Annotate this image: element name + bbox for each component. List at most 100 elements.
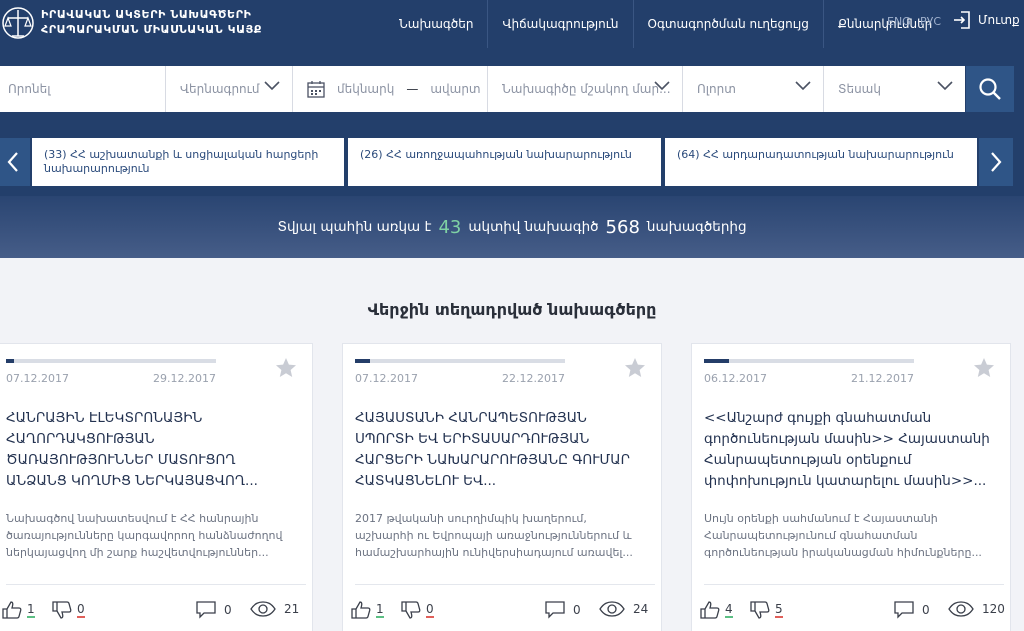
card-description: 2017 թվականի սուրղիմպիկ խաղերում, աշխարհ… <box>355 512 633 559</box>
like-button[interactable]: 1 <box>2 601 35 619</box>
draft-card[interactable]: 07.12.2017 22.12.2017 ՀԱՅԱՍՏԱՆԻ ՀԱՆՐԱՊԵՏ… <box>342 343 662 631</box>
thumb-up-icon <box>700 601 720 619</box>
total-count: 568 <box>605 216 640 238</box>
title-select-value: Վերնագրում <box>180 82 260 96</box>
comments-button[interactable]: 0 <box>545 601 581 619</box>
date-range-picker[interactable]: մեկնարկ — ավարտ <box>293 66 488 112</box>
search-icon <box>979 78 1001 100</box>
ministry-card[interactable]: (64) ՀՀ արդարադատության նախարարություն <box>665 138 977 186</box>
comments-button[interactable]: 0 <box>196 601 232 619</box>
carousel-prev-button[interactable] <box>0 138 30 186</box>
stats-banner: Տվյալ պահին առկա է 43 ակտիվ նախագիծ 568 … <box>0 196 1024 258</box>
type-select-value: Տեսակ <box>838 82 881 96</box>
search-input-placeholder: Որոնել <box>8 82 51 96</box>
card-description: Նախագծով նախատեսվում է ՀՀ հանրային ծառայ… <box>6 512 283 559</box>
dislike-count: 5 <box>775 602 783 618</box>
views-counter: 21 <box>250 601 299 617</box>
end-date: 21.12.2017 <box>851 372 914 385</box>
progress-bar <box>355 359 565 363</box>
ministry-card[interactable]: (26) ՀՀ առողջապահության նախարարություն <box>348 138 661 186</box>
comments-button[interactable]: 0 <box>894 601 930 619</box>
progress-fill <box>355 359 370 363</box>
views-counter: 24 <box>599 601 648 617</box>
dislike-button[interactable]: 0 <box>52 601 85 619</box>
lang-en-link[interactable]: ENG <box>887 15 911 28</box>
search-input[interactable]: Որոնել <box>0 66 165 112</box>
progress-bar <box>704 359 914 363</box>
thumb-down-icon <box>52 601 72 619</box>
lang-ru-link[interactable]: РУС <box>920 15 941 28</box>
latest-section-title: Վերջին տեղադրված նախագծերը <box>367 300 657 319</box>
initiator-select-value: Նախագիծը մշակող մար... <box>502 82 671 96</box>
dislike-button[interactable]: 0 <box>401 601 434 619</box>
stats-prefix: Տվյալ պահին առկա է <box>277 219 432 235</box>
nav-user-guide[interactable]: Օգտագործման ուղեցույց <box>632 0 823 48</box>
initiator-select[interactable]: Նախագիծը մշակող մար... <box>488 66 683 112</box>
comment-count: 0 <box>922 603 930 617</box>
nav-statistics[interactable]: Վիճակագրություն <box>487 0 632 48</box>
like-count: 1 <box>27 602 35 618</box>
chevron-down-icon <box>795 81 811 91</box>
card-dates: 06.12.2017 21.12.2017 <box>704 372 914 385</box>
field-select[interactable]: Ոլորտ <box>683 66 824 112</box>
star-icon[interactable] <box>972 356 996 380</box>
logo-line-2: ՀՐԱՊԱՐԱԿՄԱՆ ՄԻԱՍՆԱԿԱՆ ԿԱՅՔ <box>41 23 263 36</box>
view-count: 120 <box>982 602 1005 616</box>
star-icon[interactable] <box>623 356 647 380</box>
field-select-value: Ոլորտ <box>697 82 736 96</box>
coat-of-arms-icon[interactable] <box>0 4 36 42</box>
dislike-count: 0 <box>77 602 85 618</box>
stats-suffix: նախագծերից <box>646 219 747 235</box>
draft-card[interactable]: 07.12.2017 29.12.2017 ՀԱՆՐԱՅԻՆ ԷԼԵԿՏՐՈՆԱ… <box>0 343 313 631</box>
like-button[interactable]: 1 <box>351 601 384 619</box>
comment-count: 0 <box>224 603 232 617</box>
ministries-carousel: (33) ՀՀ աշխատանքի և սոցիալական հարցերի ն… <box>0 126 1024 196</box>
card-footer: 4 5 0 120 <box>700 584 1005 619</box>
stats-middle: ակտիվ նախագիծ <box>468 219 599 235</box>
title-select[interactable]: Վերնագրում <box>165 66 293 112</box>
nav-drafts[interactable]: Նախագծեր <box>385 0 487 48</box>
star-icon[interactable] <box>274 356 298 380</box>
chevron-down-icon <box>937 81 953 91</box>
search-band: Որոնել Վերնագրում մեկնարկ — ավարտ Նախագի… <box>0 48 1024 126</box>
dislike-button[interactable]: 5 <box>750 601 783 619</box>
search-bar: Որոնել Վերնագրում մեկնարկ — ավարտ Նախագի… <box>0 66 965 112</box>
search-button[interactable] <box>966 66 1014 112</box>
end-date: 29.12.2017 <box>153 372 216 385</box>
login-icon <box>954 11 970 29</box>
draft-card[interactable]: 06.12.2017 21.12.2017 <<Անշարժ գույքի գն… <box>691 343 1011 631</box>
calendar-icon <box>307 81 325 98</box>
date-to-field[interactable]: ավարտ <box>430 82 480 96</box>
card-dates: 07.12.2017 29.12.2017 <box>6 372 216 385</box>
like-button[interactable]: 4 <box>700 601 733 619</box>
carousel-next-button[interactable] <box>979 138 1013 186</box>
like-count: 4 <box>725 602 733 618</box>
view-count: 24 <box>633 602 649 616</box>
thumb-up-icon <box>351 601 371 619</box>
date-separator: — <box>406 82 419 96</box>
ministry-card[interactable]: (33) ՀՀ աշխատանքի և սոցիալական հարցերի ն… <box>32 138 344 186</box>
site-logo-text[interactable]: ԻՐԱՎԱԿԱՆ ԱԿՏԵՐԻ ՆԱԽԱԳԾԵՐԻ ՀՐԱՊԱՐԱԿՄԱՆ ՄԻ… <box>41 7 262 37</box>
active-count: 43 <box>438 216 462 238</box>
comment-count: 0 <box>573 603 581 617</box>
login-link[interactable]: Մուտք <box>952 10 1020 30</box>
start-date: 07.12.2017 <box>355 372 418 385</box>
card-dates: 07.12.2017 22.12.2017 <box>355 372 565 385</box>
site-header: ԻՐԱՎԱԿԱՆ ԱԿՏԵՐԻ ՆԱԽԱԳԾԵՐԻ ՀՐԱՊԱՐԱԿՄԱՆ ՄԻ… <box>0 0 1024 48</box>
card-description: Սույն օրենքի սահմանում է Հայաստանի Հանրա… <box>704 512 982 559</box>
card-title[interactable]: ՀԱՆՐԱՅԻՆ ԷԼԵԿՏՐՈՆԱՅԻՆ ՀԱՂՈՐԴԱԿՑՈՒԹՅԱՆ ԾԱ… <box>6 408 296 492</box>
views-counter: 120 <box>948 601 1005 617</box>
thumb-up-icon <box>2 601 22 619</box>
view-count: 21 <box>284 602 300 616</box>
card-title[interactable]: <<Անշարժ գույքի գնահատման գործունեության… <box>704 408 994 492</box>
progress-fill <box>6 359 15 363</box>
eye-icon <box>599 601 625 617</box>
dislike-count: 0 <box>426 602 434 618</box>
thumb-down-icon <box>750 601 770 619</box>
type-select[interactable]: Տեսակ <box>824 66 965 112</box>
main-nav: Նախագծեր Վիճակագրություն Օգտագործման ուղ… <box>385 0 946 48</box>
date-from-field[interactable]: մեկնարկ <box>337 82 394 96</box>
card-title[interactable]: ՀԱՅԱՍՏԱՆԻ ՀԱՆՐԱՊԵՏՈՒԹՅԱՆ ՍՊՈՐՏԻ ԵՎ ԵՐԻՏԱ… <box>355 408 645 492</box>
progress-bar <box>6 359 216 363</box>
comment-icon <box>196 601 216 619</box>
